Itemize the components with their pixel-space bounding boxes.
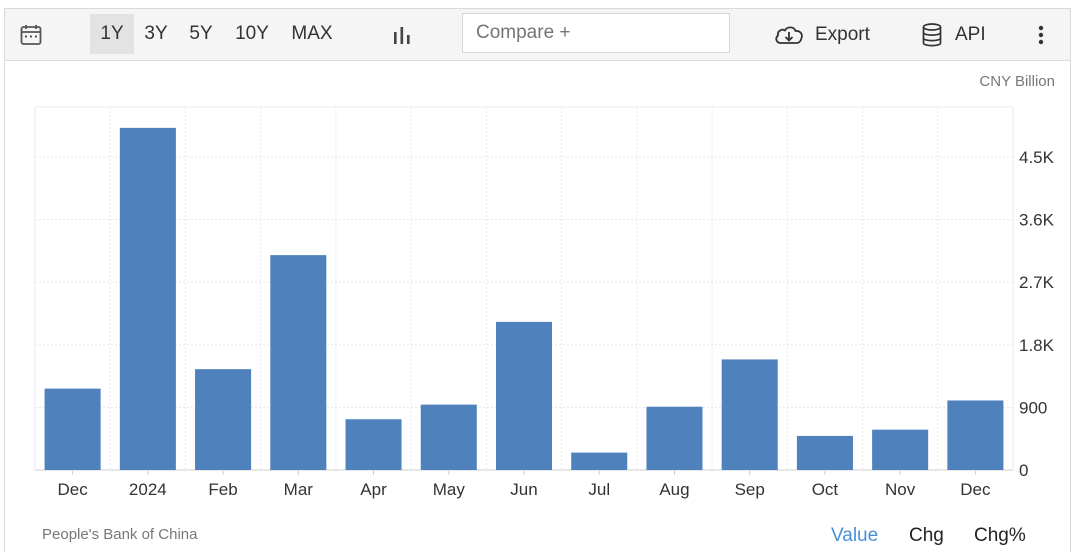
x-tick-label: Sep	[735, 480, 765, 499]
x-tick-label: May	[433, 480, 466, 499]
y-tick-label: 1.8K	[1019, 336, 1055, 355]
tab-chg-percent[interactable]: Chg%	[974, 525, 1026, 547]
x-tick-label: Aug	[659, 480, 689, 499]
x-tick-label: Dec	[960, 480, 991, 499]
bar[interactable]	[796, 435, 853, 470]
y-tick-label: 4.5K	[1019, 148, 1055, 167]
x-tick-label: Nov	[885, 480, 916, 499]
x-tick-label: Apr	[360, 480, 387, 499]
x-tick-label: Feb	[208, 480, 237, 499]
x-tick-label: Jul	[588, 480, 610, 499]
y-tick-label: 900	[1019, 398, 1047, 417]
bar[interactable]	[119, 127, 176, 471]
bar[interactable]	[345, 419, 402, 470]
bar[interactable]	[872, 429, 929, 470]
bar[interactable]	[44, 388, 101, 470]
y-tick-label: 3.6K	[1019, 211, 1055, 230]
bar[interactable]	[947, 400, 1004, 470]
bar-chart: 0 900 1.8K 2.7K 3.6K 4.5K Dec 2024 Feb Mar Apr May J…	[34, 106, 1055, 499]
tab-chg[interactable]: Chg	[909, 525, 944, 547]
bar[interactable]	[721, 359, 778, 470]
bar[interactable]	[646, 406, 703, 470]
bar[interactable]	[495, 321, 553, 470]
tab-value[interactable]: Value	[831, 525, 878, 547]
y-tick-label: 0	[1019, 461, 1028, 480]
x-tick-label: Dec	[57, 480, 88, 499]
bar[interactable]	[571, 452, 628, 470]
x-tick-label: 2024	[129, 480, 167, 499]
bar[interactable]	[270, 255, 327, 470]
x-tick-label: Mar	[284, 480, 314, 499]
source-label: People's Bank of China	[42, 526, 198, 543]
x-tick-label: Jun	[510, 480, 537, 499]
y-tick-label: 2.7K	[1019, 273, 1055, 292]
x-tick-label: Oct	[812, 480, 839, 499]
bar[interactable]	[420, 404, 477, 470]
bar[interactable]	[195, 369, 252, 470]
